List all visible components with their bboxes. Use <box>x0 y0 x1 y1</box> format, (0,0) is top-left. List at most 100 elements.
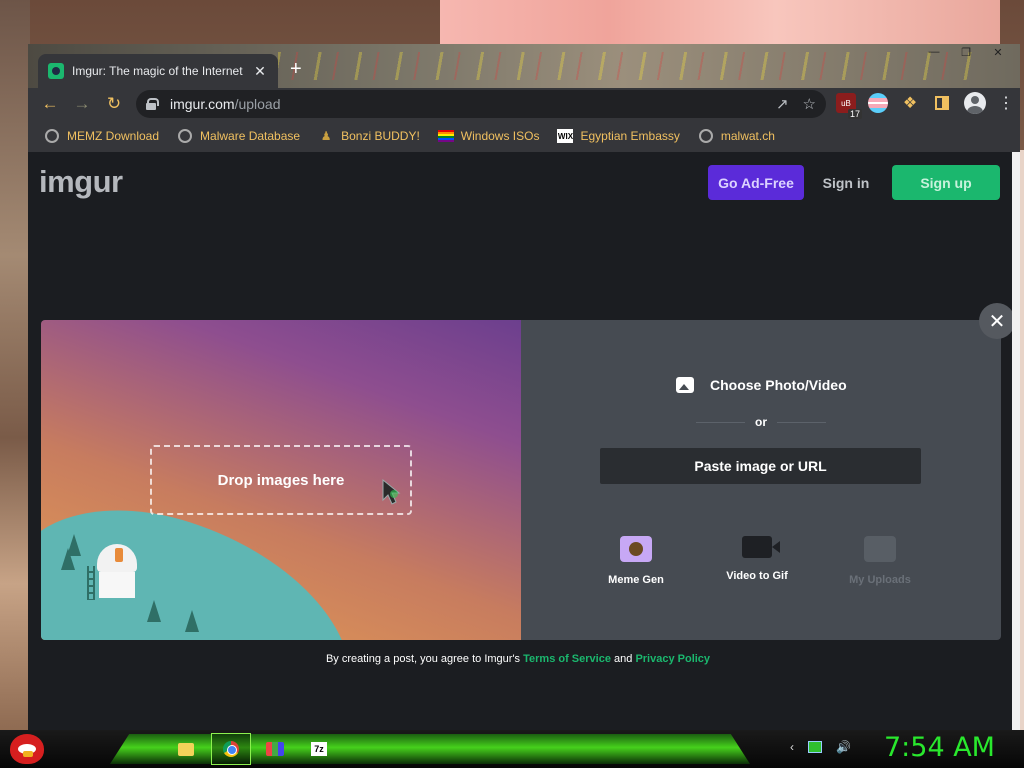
bookmark-bonzi-buddy[interactable]: ♟ Bonzi BUDDY! <box>318 129 420 143</box>
trans-flag-extension-icon[interactable] <box>868 93 888 113</box>
puzzle-extensions-icon[interactable]: ❖ <box>900 93 920 113</box>
bookmark-malwatch[interactable]: malwat.ch <box>698 129 775 143</box>
volume-icon[interactable]: 🔊 <box>836 740 851 754</box>
rainbow-flag-icon <box>437 129 454 143</box>
bookmark-malware-database[interactable]: Malware Database <box>177 129 300 143</box>
tree-illustration <box>185 610 199 632</box>
folder-icon <box>178 742 194 756</box>
upload-dialog: Drop images here Choose Photo/Video or P… <box>41 320 1001 640</box>
globe-icon <box>44 129 60 143</box>
back-arrow-icon[interactable]: ← <box>34 88 66 120</box>
7zip-icon: 7z <box>311 742 327 756</box>
lock-icon[interactable] <box>146 98 159 110</box>
globe-icon <box>698 129 714 143</box>
mouse-cursor-icon <box>382 478 401 505</box>
bookmark-label: Malware Database <box>200 129 301 143</box>
wallpaper-anime-hair <box>440 0 1000 50</box>
sign-in-button[interactable]: Sign in <box>818 165 874 200</box>
choose-photo-video-button[interactable]: Choose Photo/Video <box>676 377 847 393</box>
video-camera-icon <box>742 536 780 558</box>
choose-label: Choose Photo/Video <box>710 377 847 393</box>
tool-label: My Uploads <box>849 574 911 586</box>
terms-and: and <box>614 653 633 665</box>
go-ad-free-button[interactable]: Go Ad-Free <box>708 165 804 200</box>
video-to-gif-button[interactable]: Video to Gif <box>707 536 807 582</box>
meme-gen-button[interactable]: Meme Gen <box>586 536 686 586</box>
taskbar-clock[interactable]: 7:54 AM <box>884 732 995 763</box>
ublock-badge: 17 <box>847 109 862 119</box>
bookmark-label: malwat.ch <box>720 129 775 143</box>
taskbar-chrome[interactable] <box>211 733 251 765</box>
wallpaper-left-edge <box>0 0 30 730</box>
privacy-policy-link[interactable]: Privacy Policy <box>635 653 710 665</box>
bookmark-star-icon[interactable]: ☆ <box>803 95 816 113</box>
terms-notice: By creating a post, you agree to Imgur's… <box>28 653 1008 665</box>
close-window-button[interactable]: ✕ <box>982 44 1014 60</box>
imgur-page: imgur Go Ad-Free Sign in Sign up Drop im… <box>28 152 1020 730</box>
taskbar-paint[interactable] <box>255 733 295 765</box>
bookmarks-bar: MEMZ Download Malware Database ♟ Bonzi B… <box>28 120 1020 152</box>
kebab-menu-icon[interactable]: ⋮ <box>998 93 1014 113</box>
uploads-icon <box>864 536 896 562</box>
reload-icon[interactable]: ↻ <box>98 88 130 120</box>
page-scrollbar[interactable] <box>1012 152 1020 730</box>
system-tray: ‹ 🔊 <box>790 740 851 754</box>
my-uploads-button[interactable]: My Uploads <box>830 536 930 586</box>
wix-icon: WIX <box>557 129 574 143</box>
new-tab-button[interactable]: + <box>290 58 302 81</box>
close-dialog-icon[interactable]: ✕ <box>979 303 1015 339</box>
minimize-button[interactable]: — <box>918 44 950 60</box>
imgur-favicon-icon <box>48 63 64 79</box>
profile-avatar-icon[interactable] <box>964 92 986 114</box>
angry-bird-start-icon <box>10 734 44 764</box>
bookmark-windows-isos[interactable]: Windows ISOs <box>437 129 540 143</box>
tab-title: Imgur: The magic of the Internet <box>72 64 243 78</box>
tool-label: Video to Gif <box>726 570 788 582</box>
taskbar-explorer[interactable] <box>166 733 206 765</box>
share-icon[interactable]: ↗ <box>776 95 789 113</box>
tray-chevron-icon[interactable]: ‹ <box>790 740 794 754</box>
start-button[interactable] <box>8 730 48 768</box>
tab-close-icon[interactable]: ✕ <box>252 63 268 80</box>
taskbar: 7z ‹ 🔊 7:54 AM <box>0 730 1024 768</box>
bookmark-label: MEMZ Download <box>67 129 160 143</box>
title-bar[interactable]: Imgur: The magic of the Internet ✕ + — ❐… <box>28 44 1020 88</box>
window-controls: — ❐ ✕ <box>918 44 1014 60</box>
paste-image-url-button[interactable]: Paste image or URL <box>600 448 921 484</box>
extensions-area: uB 17 ❖ ⋮ <box>836 92 1014 119</box>
ublock-label: uB <box>841 98 851 108</box>
tool-label: Meme Gen <box>608 574 664 586</box>
url-host: imgur.com <box>170 96 235 112</box>
sign-up-button[interactable]: Sign up <box>892 165 1000 200</box>
bookmark-memz[interactable]: MEMZ Download <box>44 129 159 143</box>
bookmark-label: Windows ISOs <box>460 129 540 143</box>
observatory-illustration <box>87 544 139 600</box>
side-panel-icon[interactable] <box>932 93 952 113</box>
browser-tab[interactable]: Imgur: The magic of the Internet ✕ <box>38 54 278 88</box>
image-icon <box>676 377 694 393</box>
or-divider: or <box>696 415 826 429</box>
browser-window: Imgur: The magic of the Internet ✕ + — ❐… <box>28 44 1020 730</box>
tree-illustration <box>147 600 161 622</box>
browser-toolbar: ← → ↻ imgur.com/upload ↗ ☆ uB 17 ❖ ⋮ <box>28 88 1020 120</box>
or-label: or <box>755 415 767 429</box>
taskbar-7zip[interactable]: 7z <box>299 733 339 765</box>
paint-icon <box>266 742 284 756</box>
bookmark-egyptian-embassy[interactable]: WIX Egyptian Embassy <box>557 129 680 143</box>
bookmark-label: Egyptian Embassy <box>580 129 680 143</box>
forward-arrow-icon[interactable]: → <box>66 88 98 120</box>
network-icon[interactable] <box>808 741 822 753</box>
drop-images-target[interactable]: Drop images here <box>150 445 412 515</box>
ublock-extension-icon[interactable]: uB 17 <box>836 93 862 119</box>
imgur-logo[interactable]: imgur <box>39 164 123 200</box>
address-bar[interactable]: imgur.com/upload ↗ ☆ <box>136 90 826 118</box>
maximize-button[interactable]: ❐ <box>950 44 982 60</box>
taskbar-green-band <box>110 734 750 764</box>
meme-gen-icon <box>620 536 652 562</box>
drop-zone[interactable]: Drop images here <box>41 320 521 640</box>
bonzi-icon: ♟ <box>320 129 332 143</box>
terms-of-service-link[interactable]: Terms of Service <box>523 653 611 665</box>
tree-illustration <box>61 548 75 570</box>
chrome-icon <box>223 741 239 757</box>
terms-prefix: By creating a post, you agree to Imgur's <box>325 653 521 665</box>
